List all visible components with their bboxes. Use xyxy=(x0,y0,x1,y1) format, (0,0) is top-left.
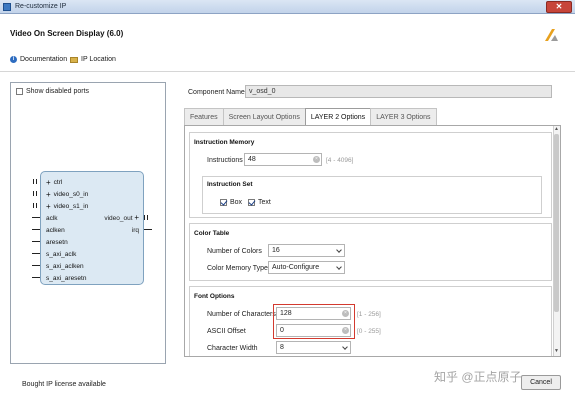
cancel-button[interactable]: Cancel xyxy=(521,375,561,390)
chevron-down-icon xyxy=(336,264,342,270)
pin-line xyxy=(32,229,40,230)
ascii-offset-label: ASCII Offset xyxy=(207,328,246,335)
component-name-label: Component Name xyxy=(188,89,245,96)
pin-line xyxy=(32,253,40,254)
ip-location-link[interactable]: IP Location xyxy=(70,56,116,63)
bus-pin-marker xyxy=(33,179,37,184)
pin-line xyxy=(32,265,40,266)
highlight-box xyxy=(273,304,355,339)
ip-location-label: IP Location xyxy=(81,56,116,63)
char-width-select[interactable]: 8 xyxy=(276,341,351,354)
num-colors-select[interactable]: 16 xyxy=(268,244,345,257)
instruction-memory-group: Instruction Memory Instructions 48 × [4 … xyxy=(189,132,552,218)
box-checkbox[interactable] xyxy=(220,199,227,206)
expand-icon[interactable]: + xyxy=(134,213,139,222)
ip-block-symbol: + ctrl + video_s0_in + video_s1_in aclk acl… xyxy=(40,171,144,285)
scroll-thumb[interactable] xyxy=(554,134,559,312)
window-titlebar: Re-customize IP ✕ xyxy=(0,0,575,14)
port-irq: irq xyxy=(131,227,139,234)
port-aclk: aclk xyxy=(46,215,58,222)
expand-icon[interactable]: + xyxy=(46,202,51,210)
show-disabled-ports-checkbox[interactable] xyxy=(16,88,23,95)
tab-layer-2-options[interactable]: LAYER 2 Options xyxy=(304,108,372,126)
show-disabled-ports-label: Show disabled ports xyxy=(26,88,90,95)
documentation-link[interactable]: i Documentation xyxy=(10,56,67,63)
chevron-down-icon xyxy=(342,344,348,350)
instruction-set-group: Instruction Set Box Text xyxy=(202,176,542,214)
num-chars-label: Number of Characters xyxy=(207,311,276,318)
color-table-title: Color Table xyxy=(194,230,230,237)
instructions-field[interactable]: 48 xyxy=(244,153,322,166)
component-name-field[interactable]: v_osd_0 xyxy=(245,85,552,98)
info-icon: i xyxy=(10,56,17,63)
port-ctrl: + ctrl xyxy=(46,177,63,187)
port-aclken: aclken xyxy=(46,227,65,234)
port-s-axi-aresetn: s_axi_aresetn xyxy=(46,275,87,282)
bus-pin-marker xyxy=(33,203,37,208)
ip-title: Video On Screen Display (6.0) xyxy=(10,29,124,38)
ascii-offset-range: [0 - 255] xyxy=(357,328,381,335)
show-disabled-ports-toggle[interactable]: Show disabled ports xyxy=(16,88,89,95)
xilinx-logo-icon xyxy=(545,29,558,41)
expand-icon[interactable]: + xyxy=(46,178,51,186)
close-button[interactable]: ✕ xyxy=(546,1,572,13)
port-video-s1-in: + video_s1_in xyxy=(46,201,89,211)
watermark-text: 知乎 @正点原子 xyxy=(434,370,522,384)
color-memory-label: Color Memory Type xyxy=(207,265,268,272)
font-options-group: Font Options Number of Characters 128 × … xyxy=(189,286,552,356)
char-width-label: Character Width xyxy=(207,345,258,352)
expand-icon[interactable]: + xyxy=(46,190,51,198)
font-options-title: Font Options xyxy=(194,293,235,300)
app-icon xyxy=(3,3,11,11)
bus-pin-marker xyxy=(33,191,37,196)
instruction-memory-title: Instruction Memory xyxy=(194,139,255,146)
num-chars-range: [1 - 256] xyxy=(357,311,381,318)
text-label: Text xyxy=(258,199,271,206)
text-option[interactable]: Text xyxy=(248,199,271,206)
clear-icon[interactable]: × xyxy=(313,156,320,163)
port-s-axi-aclken: s_axi_aclken xyxy=(46,263,84,270)
folder-icon xyxy=(70,56,78,63)
chevron-down-icon xyxy=(336,247,342,253)
instruction-set-title: Instruction Set xyxy=(207,181,253,188)
toolbar: i Documentation IP Location xyxy=(0,48,575,72)
box-label: Box xyxy=(230,199,243,206)
ip-symbol-panel: Show disabled ports + ctrl + video_s0_in +… xyxy=(10,82,166,364)
color-memory-select[interactable]: Auto-Configure xyxy=(268,261,345,274)
dialog-header: Video On Screen Display (6.0) xyxy=(0,14,575,48)
num-colors-label: Number of Colors xyxy=(207,248,262,255)
instructions-range: [4 - 4096] xyxy=(326,157,354,164)
tab-layer-3-options[interactable]: LAYER 3 Options xyxy=(370,108,437,125)
bus-pin-marker xyxy=(144,215,148,220)
pin-line xyxy=(32,277,40,278)
scroll-down-icon[interactable]: ▼ xyxy=(553,348,560,355)
port-aresetn: aresetn xyxy=(46,239,68,246)
tab-features[interactable]: Features xyxy=(184,108,224,125)
port-video-out: video_out + xyxy=(104,213,139,223)
instructions-label: Instructions xyxy=(207,157,243,164)
port-video-s0-in: + video_s0_in xyxy=(46,189,89,199)
tab-screen-layout-options[interactable]: Screen Layout Options xyxy=(222,108,306,125)
pin-line xyxy=(32,217,40,218)
tab-content: Instruction Memory Instructions 48 × [4 … xyxy=(184,125,561,357)
documentation-label: Documentation xyxy=(20,56,68,63)
pin-line xyxy=(144,229,152,230)
text-checkbox[interactable] xyxy=(248,199,255,206)
license-status: Bought IP license available xyxy=(22,381,106,388)
window-title: Re-customize IP xyxy=(15,3,67,10)
box-option[interactable]: Box xyxy=(220,199,242,206)
port-s-axi-aclk: s_axi_aclk xyxy=(46,251,77,258)
color-table-group: Color Table Number of Colors 16 Color Me… xyxy=(189,223,552,281)
options-tabs: Features Screen Layout Options LAYER 2 O… xyxy=(184,108,437,126)
scroll-up-icon[interactable]: ▲ xyxy=(553,126,560,133)
pin-line xyxy=(32,241,40,242)
